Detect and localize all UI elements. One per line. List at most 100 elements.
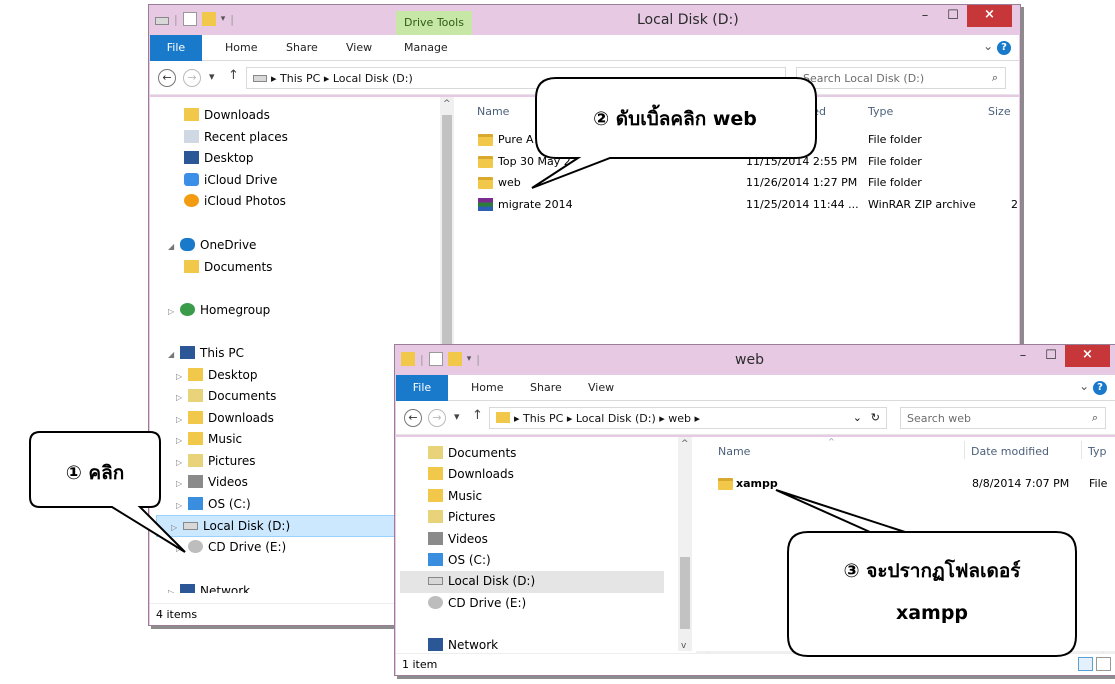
collapsed-arrow-icon[interactable]: ▷	[176, 501, 188, 510]
column-header-name[interactable]: Name	[718, 445, 750, 458]
nav-item-onedrive-documents[interactable]: Documents	[184, 257, 272, 279]
column-header-name[interactable]: Name	[477, 105, 509, 118]
refresh-icon[interactable]: ↻	[871, 411, 880, 424]
expanded-arrow-icon[interactable]: ◢	[168, 242, 180, 251]
details-view-icon[interactable]	[1078, 657, 1093, 671]
column-header-size[interactable]: Size	[988, 105, 1011, 118]
scroll-up-icon[interactable]: ^	[443, 99, 451, 109]
nav-item-music[interactable]: Music	[428, 486, 482, 508]
help-icon[interactable]: ?	[1093, 381, 1107, 395]
properties-icon[interactable]	[182, 12, 197, 26]
collapsed-arrow-icon[interactable]: ▷	[176, 415, 188, 424]
back-button[interactable]: ←	[158, 69, 176, 87]
scrollbar-thumb[interactable]	[680, 557, 690, 629]
maximize-button[interactable]: ☐	[1037, 345, 1065, 367]
nav-item-homegroup[interactable]: ▷ Homegroup	[168, 300, 270, 322]
address-bar[interactable]: ▸ This PC ▸ Local Disk (D:) ▸ web ▸ ⌄ ↻	[489, 407, 887, 429]
breadcrumb-this-pc[interactable]: This PC	[523, 412, 563, 425]
nav-item-documents[interactable]: Documents	[428, 443, 516, 465]
tab-view[interactable]: View	[346, 41, 372, 54]
nav-item-recent-places[interactable]: Recent places	[184, 127, 288, 149]
column-header-date[interactable]: Date modified	[971, 445, 1049, 458]
up-button[interactable]: ↑	[472, 408, 483, 423]
new-folder-icon[interactable]	[447, 352, 462, 366]
minimize-button[interactable]: –	[1009, 345, 1037, 367]
tab-file[interactable]: File	[396, 375, 448, 401]
nav-item-desktop-pc[interactable]: ▷ Desktop	[176, 365, 258, 387]
recent-locations-icon[interactable]: ▾	[209, 70, 215, 83]
collapsed-arrow-icon[interactable]: ▷	[176, 458, 188, 467]
collapsed-arrow-icon[interactable]: ▷	[176, 544, 188, 553]
nav-item-icloud-drive[interactable]: iCloud Drive	[184, 170, 277, 192]
tab-share[interactable]: Share	[286, 41, 318, 54]
large-icons-view-icon[interactable]	[1096, 657, 1111, 671]
column-header-type[interactable]: Type	[868, 105, 893, 118]
nav-item-pictures-pc[interactable]: ▷ Pictures	[176, 451, 256, 473]
maximize-button[interactable]: ☐	[939, 5, 967, 27]
breadcrumb-local-disk[interactable]: Local Disk (D:)	[333, 72, 413, 85]
search-input[interactable]: Search web ⌕	[900, 407, 1106, 429]
collapsed-arrow-icon[interactable]: ▷	[176, 479, 188, 488]
search-input[interactable]: Search Local Disk (D:) ⌕	[796, 67, 1006, 89]
collapsed-arrow-icon[interactable]: ▷	[176, 436, 188, 445]
nav-item-music-pc[interactable]: ▷ Music	[176, 429, 242, 451]
nav-item-local-disk-d[interactable]: Local Disk (D:)	[400, 571, 664, 593]
nav-item-this-pc[interactable]: ◢ This PC	[168, 343, 244, 365]
file-row[interactable]: Top 30 May 2 11/15/2014 2:55 PM File fol…	[476, 151, 1016, 173]
close-button[interactable]: ×	[1065, 345, 1110, 367]
nav-item-downloads[interactable]: Downloads	[428, 464, 514, 486]
nav-scrollbar[interactable]: ^ v	[678, 437, 692, 651]
nav-item-icloud-photos[interactable]: iCloud Photos	[184, 191, 286, 213]
breadcrumb-local-disk[interactable]: Local Disk (D:)	[576, 412, 656, 425]
nav-item-videos[interactable]: Videos	[428, 529, 488, 551]
nav-item-cd-drive-e[interactable]: CD Drive (E:)	[428, 593, 526, 615]
tab-file[interactable]: File	[150, 35, 202, 61]
collapsed-arrow-icon[interactable]: ▷	[176, 372, 188, 381]
file-row[interactable]: web 11/26/2014 1:27 PM File folder	[476, 172, 1016, 194]
file-row[interactable]: migrate 2014 11/25/2014 11:44 ... WinRAR…	[476, 194, 1018, 216]
forward-button[interactable]: →	[428, 409, 446, 427]
tab-manage[interactable]: Manage	[404, 41, 448, 54]
expand-ribbon-icon[interactable]: ⌄	[1079, 379, 1089, 393]
nav-item-cd-drive-e[interactable]: ▷ CD Drive (E:)	[176, 537, 286, 559]
tab-view[interactable]: View	[588, 381, 614, 394]
nav-item-os-c[interactable]: OS (C:)	[428, 550, 491, 572]
properties-icon[interactable]	[428, 352, 443, 366]
file-row[interactable]: xampp 8/8/2014 7:07 PM File	[716, 473, 1115, 495]
expanded-arrow-icon[interactable]: ◢	[168, 350, 180, 359]
minimize-button[interactable]: –	[911, 5, 939, 27]
collapsed-arrow-icon[interactable]: ▷	[171, 523, 183, 532]
breadcrumb-this-pc[interactable]: This PC	[280, 72, 320, 85]
up-button[interactable]: ↑	[228, 68, 239, 83]
help-icon[interactable]: ?	[997, 41, 1011, 55]
back-button[interactable]: ←	[404, 409, 422, 427]
nav-item-os-c[interactable]: ▷ OS (C:)	[176, 494, 251, 516]
nav-item-onedrive[interactable]: ◢ OneDrive	[168, 235, 256, 257]
nav-item-videos-pc[interactable]: ▷ Videos	[176, 472, 248, 494]
nav-item-network[interactable]: ▷ Network	[168, 581, 250, 593]
collapsed-arrow-icon[interactable]: ▷	[168, 588, 180, 593]
nav-item-downloads[interactable]: Downloads	[184, 105, 270, 127]
tab-share[interactable]: Share	[530, 381, 562, 394]
nav-item-pictures[interactable]: Pictures	[428, 507, 496, 529]
expand-ribbon-icon[interactable]: ⌄	[983, 39, 993, 53]
scroll-up-icon[interactable]: ^	[681, 439, 689, 449]
address-bar[interactable]: ▸ This PC ▸ Local Disk (D:)	[246, 67, 786, 89]
collapsed-arrow-icon[interactable]: ▷	[168, 307, 180, 316]
breadcrumb-web[interactable]: web	[668, 412, 691, 425]
new-folder-icon[interactable]	[201, 12, 216, 26]
tab-home[interactable]: Home	[471, 381, 503, 394]
refresh-icon[interactable]: ⌄	[853, 411, 862, 424]
tab-home[interactable]: Home	[225, 41, 257, 54]
nav-item-desktop[interactable]: Desktop	[184, 148, 254, 170]
nav-item-downloads-pc[interactable]: ▷ Downloads	[176, 408, 274, 430]
customize-qat-icon[interactable]: ▾	[467, 354, 472, 364]
column-header-type[interactable]: Typ	[1088, 445, 1107, 458]
recent-locations-icon[interactable]: ▾	[454, 410, 460, 423]
close-button[interactable]: ×	[967, 5, 1012, 27]
customize-qat-icon[interactable]: ▾	[221, 14, 226, 24]
collapsed-arrow-icon[interactable]: ▷	[176, 393, 188, 402]
nav-item-documents-pc[interactable]: ▷ Documents	[176, 386, 276, 408]
forward-button[interactable]: →	[183, 69, 201, 87]
scroll-down-icon[interactable]: v	[681, 641, 686, 651]
